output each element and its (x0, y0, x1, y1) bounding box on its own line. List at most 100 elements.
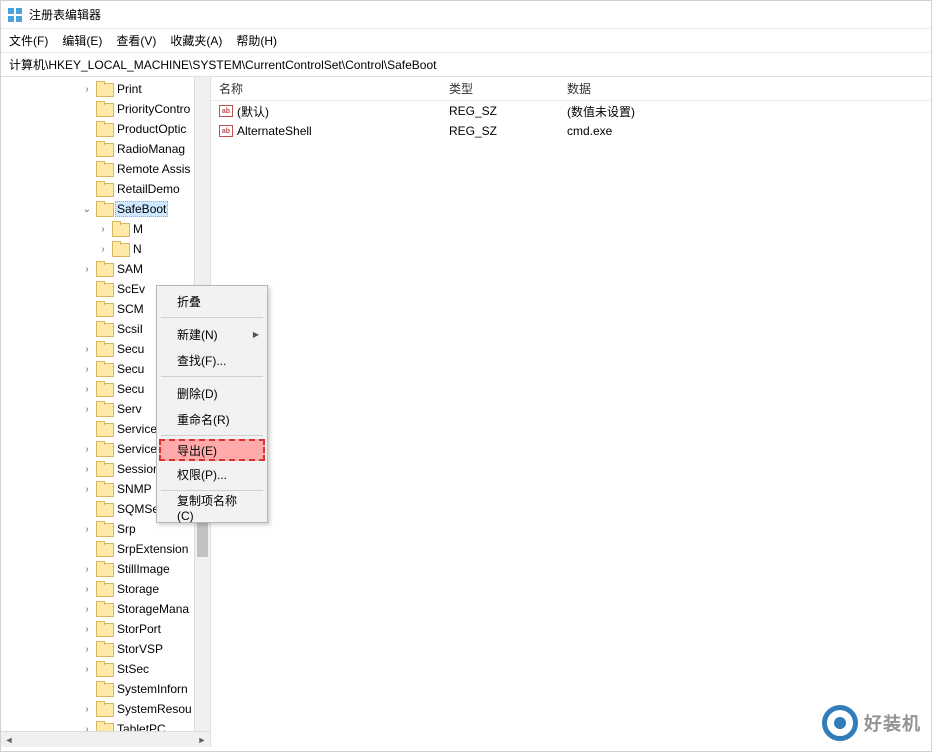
tree-item-label: StSec (115, 662, 151, 676)
list-row[interactable]: ab(默认)REG_SZ(数值未设置) (211, 101, 931, 121)
menu-view[interactable]: 查看(V) (116, 32, 156, 49)
chevron-right-icon[interactable]: › (81, 524, 93, 535)
folder-icon (96, 702, 112, 716)
chevron-right-icon[interactable]: › (81, 84, 93, 95)
chevron-right-icon[interactable]: › (81, 724, 93, 732)
folder-icon (112, 242, 128, 256)
tree-item[interactable]: › StSec (1, 659, 210, 679)
column-type[interactable]: 类型 (441, 80, 559, 97)
folder-icon (96, 362, 112, 376)
chevron-right-icon[interactable]: › (97, 224, 109, 235)
ctx-permissions[interactable]: 权限(P)... (159, 461, 265, 487)
ctx-collapse[interactable]: 折叠 (159, 288, 265, 314)
tree-item-label: SystemResou (115, 702, 194, 716)
tree-item[interactable]: ›N (1, 239, 210, 259)
titlebar: 注册表编辑器 (1, 1, 931, 29)
menu-help[interactable]: 帮助(H) (236, 32, 277, 49)
tree-item[interactable]: RetailDemo (1, 179, 210, 199)
chevron-right-icon[interactable]: › (81, 604, 93, 615)
context-menu: 折叠 新建(N) 查找(F)... 删除(D) 重命名(R) 导出(E) 权限(… (156, 285, 268, 523)
chevron-right-icon[interactable]: › (81, 464, 93, 475)
ctx-copy-key-name[interactable]: 复制项名称(C) (159, 494, 265, 520)
tree-item-label: PriorityContro (115, 102, 192, 116)
ctx-delete[interactable]: 删除(D) (159, 380, 265, 406)
folder-icon (96, 302, 112, 316)
chevron-right-icon[interactable]: › (81, 344, 93, 355)
watermark-logo-icon (822, 705, 858, 741)
chevron-right-icon[interactable]: › (81, 564, 93, 575)
scroll-right-icon[interactable]: ► (194, 733, 210, 747)
folder-icon (96, 482, 112, 496)
tree-item[interactable]: ›StorVSP (1, 639, 210, 659)
tree-item-label: Remote Assis (115, 162, 192, 176)
folder-icon (96, 642, 112, 656)
tree-item[interactable]: PriorityContro (1, 99, 210, 119)
tree-item[interactable]: ›TabletPC (1, 719, 210, 731)
watermark-text: 好装机 (864, 710, 921, 736)
tree-item[interactable]: ›M (1, 219, 210, 239)
tree-item-label: N (131, 242, 144, 256)
chevron-right-icon[interactable]: › (81, 264, 93, 275)
chevron-right-icon[interactable]: › (81, 644, 93, 655)
tree-item-label: ScsiI (115, 322, 145, 336)
tree-item-label: Print (115, 82, 144, 96)
ctx-rename[interactable]: 重命名(R) (159, 406, 265, 432)
address-bar[interactable]: 计算机\HKEY_LOCAL_MACHINE\SYSTEM\CurrentCon… (1, 53, 931, 77)
tree-item[interactable]: ⌄SafeBoot (1, 199, 210, 219)
tree-item[interactable]: SystemInforn (1, 679, 210, 699)
value-name-cell: ab(默认) (211, 103, 441, 120)
tree-item-label: Serv (115, 402, 144, 416)
tree-item[interactable]: ›SAM (1, 259, 210, 279)
tree-item[interactable]: ProductOptic (1, 119, 210, 139)
folder-icon (96, 262, 112, 276)
scroll-left-icon[interactable]: ◄ (1, 733, 17, 747)
tree-item-label: Secu (115, 342, 146, 356)
tree-item[interactable]: › StorPort (1, 619, 210, 639)
chevron-down-icon[interactable]: ⌄ (81, 204, 93, 215)
chevron-right-icon[interactable]: › (81, 364, 93, 375)
chevron-right-icon[interactable]: › (81, 624, 93, 635)
tree-item[interactable]: RadioManag (1, 139, 210, 159)
tree-item-label: Srp (115, 522, 138, 536)
value-data-cell: cmd.exe (559, 124, 931, 138)
menu-edit[interactable]: 编辑(E) (62, 32, 102, 49)
folder-icon (96, 622, 112, 636)
chevron-right-icon[interactable]: › (81, 484, 93, 495)
tree-item[interactable]: › StillImage (1, 559, 210, 579)
tree-item-label: SrpExtension (115, 542, 190, 556)
tree-item-label: StillImage (115, 562, 172, 576)
chevron-right-icon[interactable]: › (81, 584, 93, 595)
ctx-export[interactable]: 导出(E) (159, 439, 265, 461)
chevron-right-icon[interactable]: › (81, 384, 93, 395)
ctx-find[interactable]: 查找(F)... (159, 347, 265, 373)
folder-icon (96, 382, 112, 396)
separator (161, 376, 263, 377)
chevron-right-icon[interactable]: › (81, 704, 93, 715)
tree-horizontal-scrollbar[interactable]: ◄ ► (1, 731, 210, 747)
tree-item[interactable]: › StorageMana (1, 599, 210, 619)
folder-icon (96, 122, 112, 136)
chevron-right-icon[interactable]: › (81, 404, 93, 415)
tree-item[interactable]: SrpExtension (1, 539, 210, 559)
chevron-right-icon[interactable]: › (81, 444, 93, 455)
column-data[interactable]: 数据 (559, 80, 931, 97)
tree-item-label: StorPort (115, 622, 163, 636)
tree-item[interactable]: Remote Assis (1, 159, 210, 179)
menu-file[interactable]: 文件(F) (9, 32, 48, 49)
folder-icon (96, 722, 112, 731)
list-row[interactable]: abAlternateShellREG_SZcmd.exe (211, 121, 931, 141)
column-name[interactable]: 名称 (211, 80, 441, 97)
chevron-right-icon[interactable]: › (97, 244, 109, 255)
folder-icon (96, 602, 112, 616)
menu-favorites[interactable]: 收藏夹(A) (170, 32, 222, 49)
chevron-right-icon[interactable]: › (81, 664, 93, 675)
value-data-cell: (数值未设置) (559, 103, 931, 120)
value-name-cell: abAlternateShell (211, 124, 441, 138)
watermark: 好装机 (822, 705, 921, 741)
tree-item[interactable]: ›Storage (1, 579, 210, 599)
ctx-new[interactable]: 新建(N) (159, 321, 265, 347)
tree-item-label: StorageMana (115, 602, 191, 616)
tree-item[interactable]: › Print (1, 79, 210, 99)
tree-item[interactable]: › SystemResou (1, 699, 210, 719)
folder-icon (96, 682, 112, 696)
